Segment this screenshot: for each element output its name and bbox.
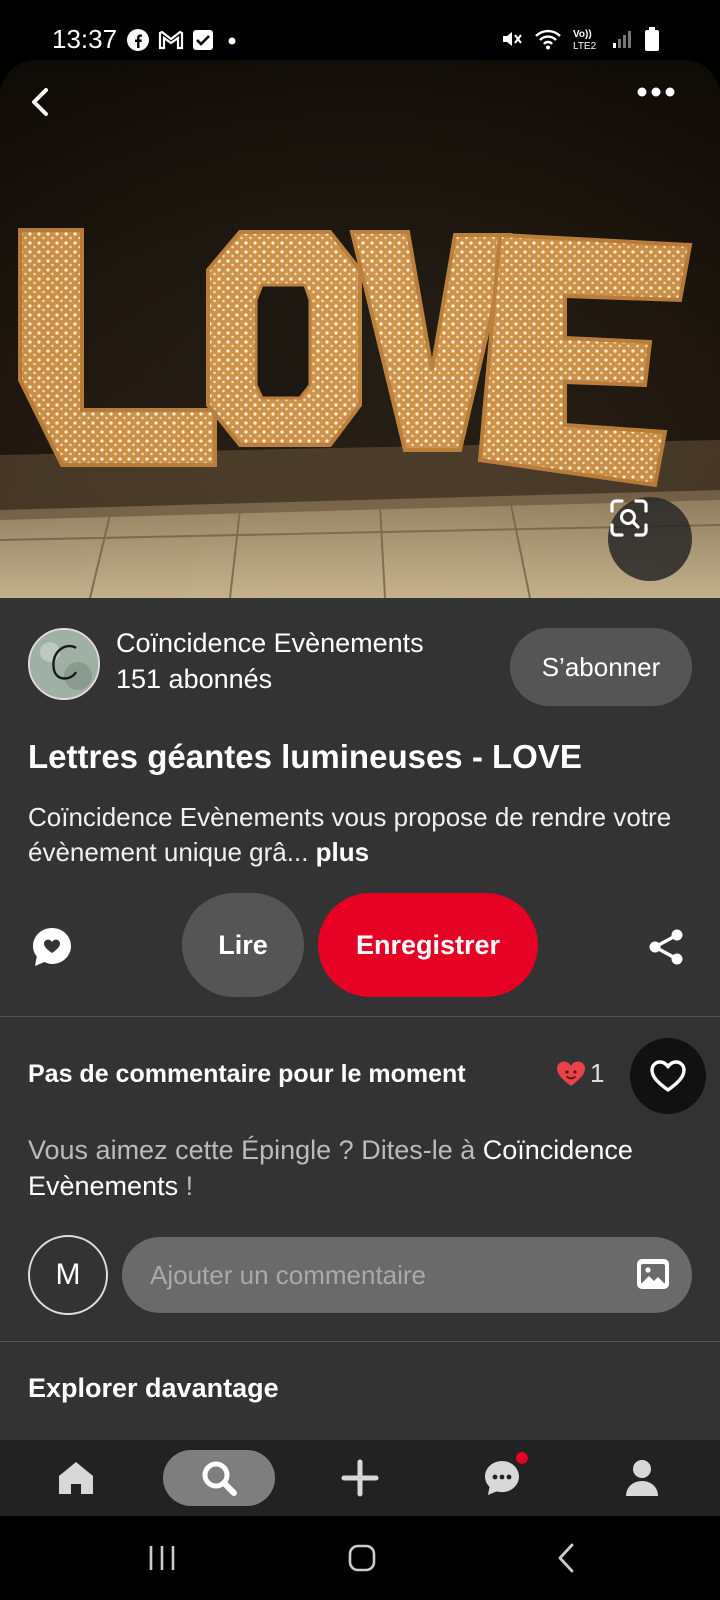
comment-button[interactable] (24, 919, 80, 975)
pin-description: Coïncidence Evènements vous propose de r… (28, 800, 688, 870)
check-icon (193, 30, 213, 50)
action-row: Lire Enregistrer (0, 893, 720, 997)
recents-button[interactable] (132, 1538, 192, 1578)
react-button[interactable] (630, 1038, 706, 1114)
creator-name[interactable]: Coïncidence Evènements (116, 628, 424, 659)
facebook-icon (127, 29, 149, 51)
love-reaction-icon (557, 1061, 585, 1086)
pin-details-sheet: Coïncidence Evènements 151 abonnés S’abo… (0, 598, 720, 1440)
recents-icon (149, 1546, 175, 1570)
explore-heading: Explorer davantage (28, 1373, 279, 1403)
back-system-button[interactable] (536, 1538, 596, 1578)
search-icon (202, 1461, 237, 1496)
nav-profile[interactable] (614, 1450, 670, 1506)
wifi-icon (535, 29, 561, 50)
home-system-button[interactable] (332, 1538, 392, 1578)
creator-row: Coïncidence Evènements 151 abonnés S’abo… (28, 628, 692, 708)
bottom-nav (0, 1440, 720, 1516)
like-prompt-suffix: ! (178, 1171, 194, 1201)
nav-create[interactable] (332, 1450, 388, 1506)
system-icons: Vo)) LTE2 (500, 26, 660, 52)
messages-icon (485, 1461, 519, 1495)
signal-icon (613, 31, 631, 48)
creator-followers: 151 abonnés (116, 664, 273, 694)
gmail-icon (158, 30, 184, 50)
save-button[interactable]: Enregistrer (318, 893, 538, 997)
share-icon (649, 929, 683, 965)
read-button[interactable]: Lire (182, 893, 304, 997)
svg-text:Vo)): Vo)) (573, 29, 592, 40)
heart-icon (650, 1060, 686, 1092)
comment-input[interactable] (122, 1237, 692, 1313)
visual-search-button[interactable] (608, 497, 692, 581)
nav-search[interactable] (163, 1450, 275, 1506)
reaction-count-value: 1 (590, 1058, 605, 1088)
creator-avatar[interactable] (28, 628, 100, 700)
pin-image[interactable] (0, 60, 720, 598)
divider (0, 1016, 720, 1017)
status-time: 13:37 (52, 24, 118, 54)
like-prompt-prefix: Vous aimez cette Épingle ? Dites-le à (28, 1135, 483, 1165)
profile-icon (626, 1460, 658, 1496)
back-icon (32, 88, 48, 116)
system-nav (0, 1516, 720, 1600)
home-system-icon (348, 1544, 376, 1572)
divider (0, 1341, 720, 1342)
more-options-button[interactable] (636, 86, 696, 142)
comments-heading: Pas de commentaire pour le moment (28, 1060, 466, 1088)
share-button[interactable] (640, 921, 692, 973)
more-icon (637, 87, 675, 97)
create-icon (341, 1459, 379, 1497)
image-attach-icon[interactable] (636, 1258, 670, 1290)
dot-icon (228, 37, 236, 45)
like-prompt: Vous aimez cette Épingle ? Dites-le à Co… (28, 1132, 708, 1204)
back-system-icon (558, 1543, 574, 1573)
nav-home[interactable] (48, 1450, 104, 1506)
home-icon (59, 1462, 93, 1494)
notification-dot (516, 1452, 528, 1464)
comment-composer: M (28, 1235, 692, 1315)
read-more-link[interactable]: plus (316, 837, 369, 867)
follow-button[interactable]: S’abonner (510, 628, 692, 706)
pin-title: Lettres géantes lumineuses - LOVE (28, 738, 582, 775)
nav-messages[interactable] (470, 1450, 534, 1506)
visual-search-icon (610, 499, 648, 537)
reaction-count[interactable]: 1 (556, 1058, 604, 1089)
comment-heart-icon (33, 928, 71, 966)
user-avatar[interactable]: M (28, 1235, 108, 1315)
notification-icons (126, 28, 242, 52)
back-button[interactable] (26, 86, 82, 142)
svg-text:LTE2: LTE2 (573, 41, 597, 51)
volte-icon: Vo))LTE2 (573, 29, 597, 51)
mute-icon (503, 32, 522, 46)
battery-icon (645, 27, 659, 51)
